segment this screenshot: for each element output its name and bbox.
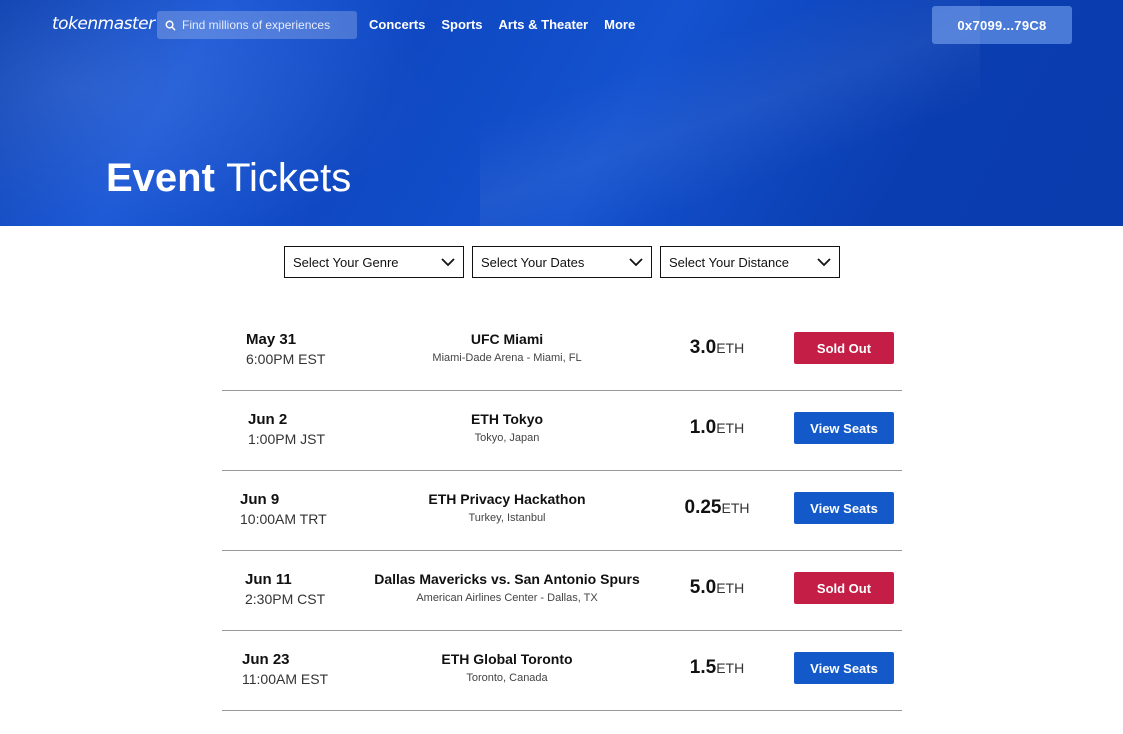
price-amount: 3.0 <box>689 337 717 358</box>
event-name: UFC Miami <box>470 331 544 347</box>
event-date: Jun 23 11:00AM EST <box>242 651 328 687</box>
dates-select-label: Select Your Dates <box>481 254 585 270</box>
event-day: May 31 <box>246 331 297 348</box>
search-bar[interactable] <box>157 11 357 39</box>
tokenmaster-logo[interactable]: tokenmaster <box>52 14 155 34</box>
event-day: Jun 9 <box>240 491 280 508</box>
chevron-down-icon <box>441 257 455 266</box>
event-info: ETH Global Toronto Toronto, Canada <box>362 651 652 684</box>
search-input[interactable] <box>182 18 352 32</box>
sold-out-button[interactable]: Sold Out <box>794 572 894 604</box>
distance-select-label: Select Your Distance <box>669 254 789 270</box>
nav-arts-theater[interactable]: Arts & Theater <box>499 17 589 32</box>
price-unit: ETH <box>716 580 745 596</box>
event-price: 5.0ETH <box>642 577 792 599</box>
event-day: Jun 23 <box>242 651 290 668</box>
price-unit: ETH <box>716 340 745 356</box>
view-seats-button[interactable]: View Seats <box>794 412 894 444</box>
event-row: Jun 11 2:30PM CST Dallas Mavericks vs. S… <box>222 551 902 631</box>
event-venue: Toronto, Canada <box>466 672 548 684</box>
event-day: Jun 2 <box>248 411 288 428</box>
event-info: ETH Tokyo Tokyo, Japan <box>362 411 652 444</box>
nav-more[interactable]: More <box>604 17 635 32</box>
event-date: Jun 2 1:00PM JST <box>248 411 325 447</box>
event-list: May 31 6:00PM EST UFC Miami Miami-Dade A… <box>222 311 902 711</box>
event-price: 0.25ETH <box>642 497 792 519</box>
event-date: Jun 9 10:00AM TRT <box>240 491 327 527</box>
page-title-bold: Event <box>106 156 215 200</box>
distance-select[interactable]: Select Your Distance <box>660 246 840 278</box>
event-time: 2:30PM CST <box>245 591 326 607</box>
price-amount: 0.25 <box>684 497 722 518</box>
hero-banner: tokenmaster Concerts Sports Arts & Theat… <box>0 0 1123 226</box>
nav-concerts[interactable]: Concerts <box>369 17 425 32</box>
event-date: Jun 11 2:30PM CST <box>245 571 325 607</box>
view-seats-button[interactable]: View Seats <box>794 492 894 524</box>
dates-select[interactable]: Select Your Dates <box>472 246 652 278</box>
event-time: 1:00PM JST <box>248 431 326 447</box>
filter-bar: Select Your Genre Select Your Dates Sele… <box>284 246 840 278</box>
event-venue: Miami-Dade Arena - Miami, FL <box>432 352 582 364</box>
event-row: Jun 23 11:00AM EST ETH Global Toronto To… <box>222 631 902 711</box>
event-time: 10:00AM TRT <box>240 511 327 527</box>
main-nav: Concerts Sports Arts & Theater More <box>369 17 635 32</box>
nav-sports[interactable]: Sports <box>441 17 482 32</box>
price-amount: 5.0 <box>689 577 717 598</box>
sold-out-button[interactable]: Sold Out <box>794 332 894 364</box>
event-row: Jun 2 1:00PM JST ETH Tokyo Tokyo, Japan … <box>222 391 902 471</box>
price-unit: ETH <box>716 420 745 436</box>
event-time: 11:00AM EST <box>242 671 329 687</box>
genre-select[interactable]: Select Your Genre <box>284 246 464 278</box>
chevron-down-icon <box>629 257 643 266</box>
price-amount: 1.0 <box>689 417 717 438</box>
event-venue: Turkey, Istanbul <box>468 512 546 524</box>
event-info: UFC Miami Miami-Dade Arena - Miami, FL <box>362 331 652 364</box>
event-info: Dallas Mavericks vs. San Antonio Spurs A… <box>362 571 652 604</box>
chevron-down-icon <box>817 257 831 266</box>
event-name: ETH Privacy Hackathon <box>428 491 586 507</box>
search-icon <box>165 20 176 31</box>
event-info: ETH Privacy Hackathon Turkey, Istanbul <box>362 491 652 524</box>
event-price: 1.0ETH <box>642 417 792 439</box>
genre-select-label: Select Your Genre <box>293 254 399 270</box>
event-name: Dallas Mavericks vs. San Antonio Spurs <box>374 571 640 587</box>
wallet-address-button[interactable]: 0x7099...79C8 <box>932 6 1072 44</box>
page-title-light: Tickets <box>226 156 352 200</box>
price-unit: ETH <box>721 500 750 516</box>
event-name: ETH Global Toronto <box>441 651 573 667</box>
price-amount: 1.5 <box>689 657 717 678</box>
event-time: 6:00PM EST <box>246 351 326 367</box>
event-row: Jun 9 10:00AM TRT ETH Privacy Hackathon … <box>222 471 902 551</box>
event-venue: Tokyo, Japan <box>474 432 540 444</box>
page-title: Event Tickets <box>106 156 351 201</box>
event-venue: American Airlines Center - Dallas, TX <box>416 592 598 604</box>
event-price: 1.5ETH <box>642 657 792 679</box>
event-row: May 31 6:00PM EST UFC Miami Miami-Dade A… <box>222 311 902 391</box>
event-date: May 31 6:00PM EST <box>246 331 325 367</box>
view-seats-button[interactable]: View Seats <box>794 652 894 684</box>
event-price: 3.0ETH <box>642 337 792 359</box>
event-day: Jun 11 <box>245 571 292 588</box>
price-unit: ETH <box>716 660 745 676</box>
event-name: ETH Tokyo <box>470 411 544 427</box>
